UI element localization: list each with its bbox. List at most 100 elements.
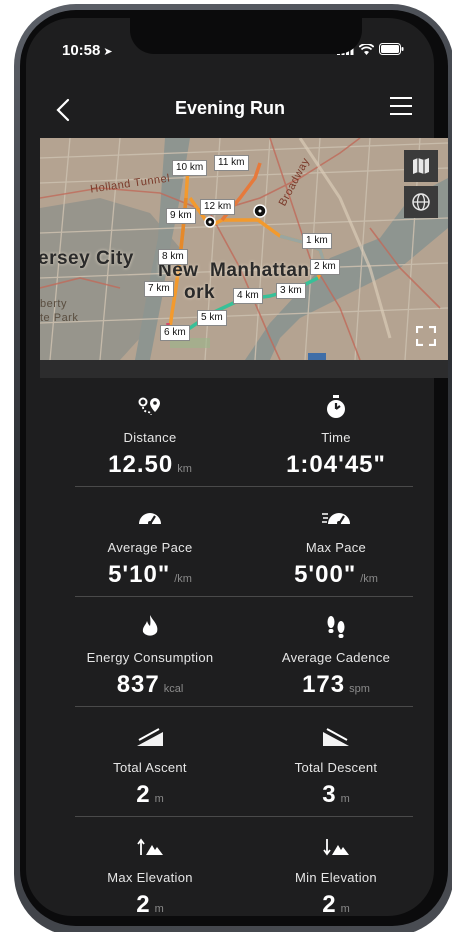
stat-energy: Energy Consumption 837 kcal xyxy=(52,598,248,699)
stat-cadence: Average Cadence 173 spm xyxy=(238,598,434,699)
stat-label: Min Elevation xyxy=(295,870,377,885)
map-bottom-strip xyxy=(40,360,448,378)
stat-label: Energy Consumption xyxy=(86,650,214,665)
status-time-text: 10:58 xyxy=(62,42,101,59)
km-marker: 7 km xyxy=(144,281,174,297)
stat-value-number: 12.50 xyxy=(108,451,174,478)
km-marker: 12 km xyxy=(200,199,236,215)
stats-row: Energy Consumption 837 kcal Average Caden… xyxy=(40,598,434,708)
stat-label: Total Descent xyxy=(294,760,378,775)
stat-value-number: 1:04'45" xyxy=(286,451,386,478)
descent-icon xyxy=(238,724,434,750)
footprints-icon xyxy=(238,614,434,640)
stat-value: 5'00"/km xyxy=(238,561,434,589)
km-marker: 10 km xyxy=(172,160,208,176)
ascent-icon xyxy=(52,724,248,750)
stat-value-number: 2 xyxy=(136,891,151,918)
stat-unit: km xyxy=(177,463,192,475)
stat-value: 2m xyxy=(52,891,248,919)
stat-unit: /km xyxy=(360,573,378,585)
globe-icon xyxy=(412,193,430,211)
route-map[interactable]: ersey City New Manhattan ork Holland Tun… xyxy=(40,138,448,360)
stat-label: Time xyxy=(321,430,351,445)
stat-value: 837 kcal xyxy=(52,671,248,699)
km-marker: 5 km xyxy=(197,310,227,326)
stats-panel: Distance 12.50 km Time 1:04'45" Average P… xyxy=(40,378,448,932)
stat-unit: spm xyxy=(349,683,370,695)
min-elevation-icon xyxy=(238,834,434,860)
wifi-icon xyxy=(359,43,374,55)
km-marker: 8 km xyxy=(158,249,188,265)
speedometer-icon xyxy=(52,504,248,530)
stat-value: 5'10"/km xyxy=(52,561,248,589)
divider xyxy=(75,706,413,707)
stat-unit: m xyxy=(154,903,164,915)
stat-total-descent: Total Descent 3m xyxy=(238,708,434,809)
km-marker: 6 km xyxy=(160,325,190,341)
fast-speedometer-icon xyxy=(238,504,434,530)
stat-value: 3m xyxy=(238,781,434,809)
location-icon: ➤ xyxy=(103,46,113,58)
hamburger-menu-icon xyxy=(390,97,412,115)
max-elevation-icon xyxy=(52,834,248,860)
map-globe-button[interactable] xyxy=(404,186,438,218)
stat-min-elevation: Min Elevation 2m xyxy=(238,818,434,919)
stat-max-elevation: Max Elevation 2m xyxy=(52,818,248,919)
status-time: 10:58 ➤ xyxy=(62,42,113,59)
map-label-york: ork xyxy=(184,282,216,303)
nav-bar: Evening Run xyxy=(26,90,434,134)
stat-max-pace: Max Pace 5'00"/km xyxy=(238,488,434,589)
stat-distance: Distance 12.50 km xyxy=(52,378,248,479)
flame-icon xyxy=(52,614,248,640)
stat-value-number: 2 xyxy=(322,891,337,918)
stat-unit: m xyxy=(340,793,350,805)
map-label-manhattan: Manhattan xyxy=(210,260,310,281)
map-icon xyxy=(413,158,429,174)
km-marker: 1 km xyxy=(302,233,332,249)
stat-unit: /km xyxy=(174,573,192,585)
stat-total-ascent: Total Ascent 2m xyxy=(52,708,248,809)
stat-value-number: 173 xyxy=(302,671,346,698)
stat-value: 1:04'45" xyxy=(238,451,434,479)
stat-label: Distance xyxy=(123,430,177,445)
stat-value: 2m xyxy=(52,781,248,809)
stat-value-number: 5'00" xyxy=(294,561,357,588)
stats-row: Distance 12.50 km Time 1:04'45" xyxy=(40,378,434,488)
map-style-button[interactable] xyxy=(404,150,438,182)
stat-label: Max Pace xyxy=(305,540,367,555)
stat-value: 2m xyxy=(238,891,434,919)
fullscreen-button[interactable] xyxy=(415,325,437,347)
fullscreen-icon xyxy=(415,325,437,347)
stat-label: Max Elevation xyxy=(107,870,193,885)
stat-label: Total Ascent xyxy=(113,760,187,775)
menu-button[interactable] xyxy=(390,96,414,120)
stat-value-number: 837 xyxy=(116,671,160,698)
stats-row: Max Elevation 2m Min Elevation 2m xyxy=(40,818,434,928)
map-label-jersey-city: ersey City xyxy=(40,248,134,269)
map-label-state-park: te Park xyxy=(40,312,79,324)
km-marker: 2 km xyxy=(310,259,340,275)
stat-time: Time 1:04'45" xyxy=(238,378,434,479)
stat-value: 12.50 km xyxy=(52,451,248,479)
divider xyxy=(75,486,413,487)
km-marker: 3 km xyxy=(276,283,306,299)
stat-label: Average Pace xyxy=(107,540,193,555)
stat-unit: kcal xyxy=(163,683,184,695)
page-title: Evening Run xyxy=(174,98,285,118)
km-marker: 4 km xyxy=(233,288,263,304)
stat-label: Average Cadence xyxy=(281,650,391,665)
route-icon xyxy=(52,394,248,420)
divider xyxy=(75,816,413,817)
stat-unit: m xyxy=(154,793,164,805)
divider xyxy=(75,596,413,597)
stats-row: Average Pace 5'10"/km Max Pace 5'00"/km xyxy=(40,488,434,598)
stat-unit: m xyxy=(340,903,350,915)
stat-average-pace: Average Pace 5'10"/km xyxy=(52,488,248,589)
notch xyxy=(130,18,362,54)
stats-row: Total Ascent 2m Total Descent 3m xyxy=(40,708,434,818)
stopwatch-icon xyxy=(238,394,434,420)
map-label-liberty: berty xyxy=(40,298,67,310)
stat-value-number: 2 xyxy=(136,781,151,808)
stat-value: 173 spm xyxy=(238,671,434,699)
km-marker: 11 km xyxy=(214,155,249,171)
